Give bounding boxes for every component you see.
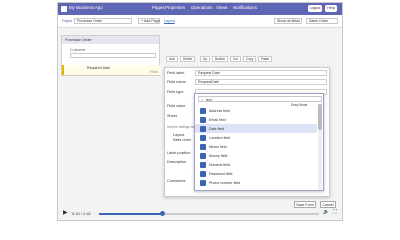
- nav-pages[interactable]: Pages: [152, 5, 164, 10]
- panel-title: Purchase Order: [65, 38, 92, 42]
- option-location-field[interactable]: Location field: [195, 133, 317, 142]
- option-date-field[interactable]: Date field: [195, 124, 317, 133]
- label-position-label: Label position: [167, 151, 191, 155]
- option-numeric-field[interactable]: Numeric field: [195, 160, 317, 169]
- option-password-field[interactable]: Password field: [195, 169, 317, 178]
- add-page-button[interactable]: + Add Page: [138, 18, 160, 24]
- nav-operations[interactable]: Operations: [191, 5, 212, 10]
- field-name-label: Field name: [167, 80, 186, 84]
- help-button[interactable]: Help: [325, 5, 337, 12]
- field-name-input[interactable]: RequestDate: [195, 79, 327, 85]
- phone-field-icon: [200, 179, 206, 186]
- search-icon: ⌕: [201, 98, 203, 102]
- email-field-icon: [200, 116, 206, 123]
- toolbar-cut-button[interactable]: Cut: [230, 56, 241, 62]
- field-type-search[interactable]: ⌕ text: [198, 96, 322, 102]
- nav-notifications[interactable]: Notifications: [233, 5, 257, 10]
- toolbar-paste-button[interactable]: Paste: [258, 56, 273, 62]
- toolbar-bottom-button[interactable]: Bottom: [212, 56, 229, 62]
- app-window: My Business App Pages Properties Operati…: [57, 2, 343, 221]
- comments-label: Comments: [167, 179, 186, 183]
- option-phone-number-field[interactable]: Phone number field: [195, 178, 317, 187]
- app-title: My Business App: [69, 5, 103, 10]
- toolbar-up-button[interactable]: Up: [200, 56, 211, 62]
- password-field-icon: [200, 170, 206, 177]
- show-all-fields-toggle[interactable]: Show all fields: [274, 18, 302, 24]
- layout-option[interactable]: Sales Order: [173, 138, 191, 142]
- nav-properties[interactable]: Properties: [165, 5, 185, 10]
- field-label-input[interactable]: Request Date: [195, 70, 327, 76]
- option-address-field[interactable]: Address field: [195, 106, 317, 115]
- logout-button[interactable]: Logout: [308, 5, 322, 12]
- money-field-icon: [200, 152, 206, 159]
- field-label-label: Field label: [167, 71, 185, 75]
- description-label: Description: [167, 160, 186, 164]
- field-toolbar: Add Delete Up Bottom Cut Copy Paste: [166, 56, 342, 62]
- save-form-button[interactable]: Save Form: [294, 201, 316, 208]
- memo-field-icon: [200, 143, 206, 150]
- page-subheader: Pages Purchase Order + Add Page Layout S…: [58, 15, 342, 28]
- layout-label: Layout: [173, 133, 185, 137]
- pages-label: Pages: [62, 19, 73, 23]
- option-email-field[interactable]: Email field: [195, 115, 317, 124]
- layout-link[interactable]: Layout: [164, 19, 175, 23]
- player-progress: [99, 213, 163, 215]
- nav-views[interactable]: Views: [216, 5, 228, 10]
- customer-field[interactable]: [70, 53, 156, 58]
- play-icon[interactable]: ▶: [63, 209, 68, 217]
- address-field-icon: [200, 107, 206, 114]
- dropdown-scrollbar-thumb[interactable]: [318, 104, 322, 130]
- required-date-label: Required Date: [87, 66, 111, 70]
- field-type-search-value: text: [206, 98, 212, 102]
- dropdown-scrollbar[interactable]: [318, 104, 322, 190]
- app-topbar: My Business App Pages Properties Operati…: [58, 3, 342, 15]
- field-value-label: Field value: [167, 104, 186, 108]
- player-scrubber[interactable]: [160, 211, 166, 216]
- sheet-label: Sheet: [167, 114, 177, 118]
- player-time: 0:10 / 2:42: [72, 211, 91, 216]
- numeric-field-icon: [200, 161, 206, 168]
- toolbar-delete-button[interactable]: Delete: [180, 56, 196, 62]
- cancel-button[interactable]: Cancel: [320, 201, 336, 208]
- toolbar-add-button[interactable]: Add: [166, 56, 178, 62]
- volume-icon[interactable]: 🔈: [323, 209, 329, 215]
- player-track[interactable]: [99, 213, 319, 215]
- option-memo-field[interactable]: Memo field: [195, 142, 317, 151]
- field-type-label: Field type: [167, 90, 184, 94]
- field-type-dropdown: ⌕ text Entry Mode Address field Email fi…: [194, 93, 324, 191]
- selected-field-row[interactable]: [62, 65, 161, 75]
- customer-field-label: Customer: [70, 48, 86, 52]
- page-select[interactable]: Purchase Order: [74, 18, 132, 24]
- video-player-bar: ▶ 0:10 / 2:42 🔈 ⛶: [57, 208, 343, 220]
- view-select[interactable]: Sales Order: [306, 18, 338, 24]
- app-logo-icon: [61, 6, 67, 12]
- date-field-icon: [200, 125, 206, 132]
- fullscreen-icon[interactable]: ⛶: [333, 209, 337, 215]
- location-field-icon: [200, 134, 206, 141]
- field-tag: Field: [150, 70, 158, 74]
- option-money-field[interactable]: Money field: [195, 151, 317, 160]
- toolbar-copy-button[interactable]: Copy: [243, 56, 257, 62]
- form-preview-panel: Purchase Order Customer Required Date Fi…: [61, 35, 161, 76]
